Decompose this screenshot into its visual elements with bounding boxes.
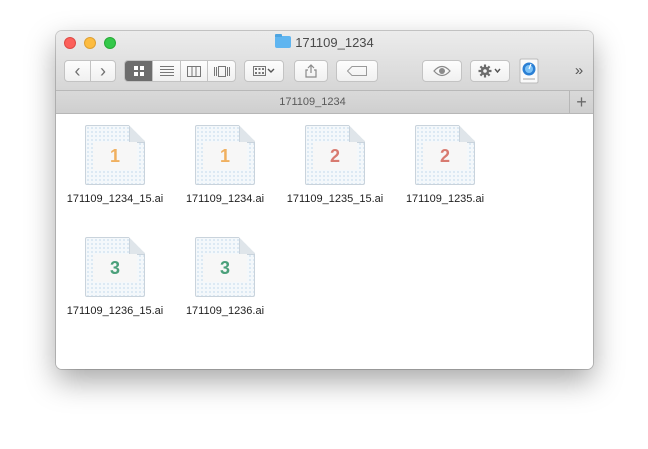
file-name: 171109_1235.ai — [405, 193, 485, 205]
file-name: 171109_1234_15.ai — [66, 193, 164, 205]
coverflow-icon — [213, 65, 230, 77]
ai-document-icon: 2 — [415, 125, 475, 185]
document-badge: 2 — [423, 142, 467, 170]
double-chevron-right-icon: » — [574, 62, 584, 79]
coverflow-view-button[interactable] — [207, 61, 235, 81]
file-item[interactable]: 3 171109_1236_15.ai — [60, 237, 170, 317]
tab-bar: 171109_1234 + — [56, 91, 593, 114]
arrange-button[interactable] — [244, 60, 284, 82]
forward-button[interactable]: › — [89, 60, 115, 81]
titlebar: 171109_1234 ‹ › » — [56, 31, 593, 91]
eye-icon — [433, 65, 451, 77]
ai-document-icon: 3 — [85, 237, 145, 297]
gear-icon — [478, 64, 501, 78]
window-title: 171109_1234 — [56, 34, 593, 51]
document-badge: 3 — [93, 254, 137, 282]
document-badge: 1 — [203, 142, 247, 170]
document-badge: 1 — [93, 142, 137, 170]
window-title-text: 171109_1234 — [295, 35, 374, 50]
back-button[interactable]: ‹ — [65, 61, 90, 81]
columns-icon — [187, 65, 202, 77]
share-button[interactable] — [294, 60, 328, 82]
ai-document-icon: 1 — [85, 125, 145, 185]
file-item[interactable]: 2 171109_1235_15.ai — [280, 125, 390, 205]
document-badge: 2 — [313, 142, 357, 170]
chevron-left-icon: ‹ — [74, 60, 81, 81]
nav-buttons: ‹ › — [64, 60, 116, 82]
ai-document-icon: 2 — [305, 125, 365, 185]
list-icon — [159, 66, 174, 76]
preview-app-button[interactable] — [519, 58, 539, 84]
file-item[interactable]: 1 171109_1234.ai — [170, 125, 280, 205]
icon-view-button[interactable] — [125, 61, 153, 81]
column-view-button[interactable] — [179, 61, 208, 81]
file-name: 171109_1235_15.ai — [286, 193, 384, 205]
tag-button[interactable] — [336, 60, 378, 82]
file-name: 171109_1234.ai — [185, 193, 265, 205]
grid-icon — [133, 66, 144, 76]
view-mode-control — [124, 60, 236, 82]
toolbar-overflow-button[interactable]: » — [570, 60, 588, 82]
finder-window: 171109_1234 ‹ › » 171109_1234 + 1 171109… — [56, 31, 593, 369]
file-item[interactable]: 3 171109_1236.ai — [170, 237, 280, 317]
file-name: 171109_1236_15.ai — [66, 305, 164, 317]
new-tab-button[interactable]: + — [569, 91, 593, 114]
share-icon — [305, 64, 317, 78]
folder-icon — [275, 34, 292, 48]
file-item[interactable]: 1 171109_1234_15.ai — [60, 125, 170, 205]
plus-icon: + — [576, 92, 587, 112]
action-button[interactable] — [470, 60, 510, 82]
file-icon-grid: 1 171109_1234_15.ai 1 171109_1234.ai 2 1… — [56, 115, 593, 369]
arrange-icon — [253, 66, 275, 76]
preview-app-icon — [519, 58, 539, 84]
chevron-right-icon: › — [99, 60, 106, 81]
list-view-button[interactable] — [152, 61, 180, 81]
tab-current-folder[interactable]: 171109_1234 — [56, 91, 569, 114]
file-item[interactable]: 2 171109_1235.ai — [390, 125, 500, 205]
quicklook-button[interactable] — [422, 60, 462, 82]
ai-document-icon: 1 — [195, 125, 255, 185]
document-badge: 3 — [203, 254, 247, 282]
file-name: 171109_1236.ai — [185, 305, 265, 317]
ai-document-icon: 3 — [195, 237, 255, 297]
tag-icon — [347, 66, 367, 76]
